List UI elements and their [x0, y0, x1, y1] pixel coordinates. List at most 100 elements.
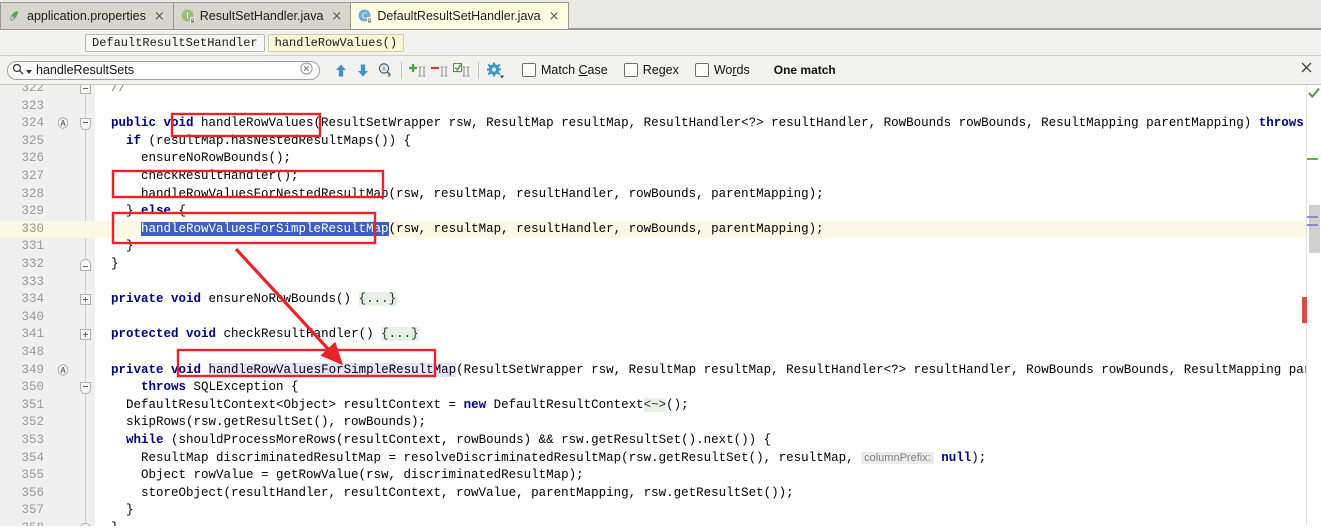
override-marker-icon[interactable]: Ⓐ [57, 362, 69, 380]
line-number[interactable]: 352 [0, 414, 44, 432]
code-fold-toggle[interactable] [80, 382, 91, 395]
find-toolbar: handleResultSets A a Match Case Regex Wo… [0, 56, 1321, 85]
line-number[interactable]: 351 [0, 397, 44, 415]
tab-application-properties[interactable]: application.properties × [0, 2, 174, 29]
search-input[interactable]: handleResultSets [36, 62, 300, 79]
regex-checkbox[interactable]: Regex [623, 63, 679, 77]
line-number[interactable]: 329 [0, 203, 44, 221]
code-fold-toggle[interactable] [80, 523, 91, 526]
line-number[interactable]: 328 [0, 186, 44, 204]
line-number[interactable]: 355 [0, 467, 44, 485]
find-settings-gear-icon[interactable] [484, 59, 506, 81]
remove-occurrence-button[interactable] [429, 59, 451, 81]
tab-defaultresultsethandler-java[interactable]: C DefaultResultSetHandler.java × [350, 2, 569, 29]
svg-text:A: A [382, 67, 386, 73]
code-line[interactable]: checkResultHandler(); [96, 168, 299, 186]
line-number[interactable]: 323 [0, 98, 44, 116]
line-number[interactable]: 332 [0, 256, 44, 274]
code-fold-toggle[interactable] [80, 329, 91, 341]
find-all-occurrences-button[interactable]: A a [374, 59, 396, 81]
line-number[interactable]: 325 [0, 133, 44, 151]
code-line[interactable]: ResultMap discriminatedResultMap = resol… [96, 450, 986, 468]
code-line[interactable]: protected void checkResultHandler() {...… [96, 326, 419, 344]
code-line[interactable]: skipRows(rsw.getResultSet(), rowBounds); [96, 414, 426, 432]
close-icon[interactable]: × [549, 10, 560, 23]
close-find-bar-icon[interactable] [1301, 62, 1312, 76]
code-line[interactable]: handleRowValuesForSimpleResultMap(rsw, r… [96, 221, 824, 239]
checkbox-box[interactable] [522, 63, 536, 77]
checkbox-box[interactable] [694, 63, 709, 77]
find-next-button[interactable] [352, 59, 374, 81]
stripe-marker-purple-2[interactable] [1307, 224, 1318, 226]
code-token: null [941, 450, 972, 465]
clear-search-icon[interactable] [300, 62, 313, 78]
code-line[interactable]: if (resultMap.hasNestedResultMaps()) { [96, 133, 411, 151]
line-number[interactable]: 353 [0, 432, 44, 450]
line-number[interactable]: 330 [0, 221, 44, 239]
code-line[interactable]: } [96, 502, 134, 520]
stripe-marker-green[interactable] [1307, 158, 1318, 160]
line-number[interactable]: 348 [0, 344, 44, 362]
code-line[interactable]: } [96, 256, 119, 274]
line-number[interactable]: 349 [0, 362, 44, 380]
code-line[interactable]: while (shouldProcessMoreRows(resultConte… [96, 432, 771, 450]
line-number[interactable]: 327 [0, 168, 44, 186]
code-line[interactable]: handleRowValuesForNestedResultMap(rsw, r… [96, 186, 824, 204]
override-marker-icon[interactable]: Ⓐ [57, 115, 69, 133]
line-number[interactable]: 322 [0, 85, 44, 98]
line-number[interactable]: 354 [0, 450, 44, 468]
code-line[interactable]: // [96, 85, 126, 98]
code-fold-toggle[interactable] [80, 118, 91, 131]
code-line[interactable]: storeObject(resultHandler, resultContext… [96, 485, 794, 503]
line-number[interactable]: 341 [0, 326, 44, 344]
checkbox-box[interactable] [623, 63, 638, 77]
line-number[interactable]: 357 [0, 502, 44, 520]
chevron-down-icon[interactable] [26, 69, 32, 74]
close-icon[interactable]: × [154, 10, 165, 23]
add-occurrence-button[interactable] [407, 59, 429, 81]
line-number[interactable]: 333 [0, 274, 44, 292]
editor-scrollbar-thumb[interactable] [1309, 205, 1320, 253]
code-token: DefaultResultContext<Object> resultConte… [96, 397, 464, 412]
code-line[interactable]: Object rowValue = getRowValue(rsw, discr… [96, 467, 584, 485]
code-line[interactable]: } [96, 520, 119, 526]
code-token: Object rowValue = getRowValue(rsw, discr… [96, 468, 584, 483]
code-fold-toggle[interactable] [80, 294, 91, 306]
code-line[interactable]: public void handleRowValues(ResultSetWra… [96, 115, 1321, 133]
code-token: } [96, 521, 119, 526]
code-line[interactable]: } else { [96, 203, 186, 221]
find-previous-button[interactable] [330, 59, 352, 81]
line-number[interactable]: 324 [0, 115, 44, 133]
line-number[interactable]: 340 [0, 309, 44, 327]
code-line[interactable]: DefaultResultContext<Object> resultConte… [96, 397, 689, 415]
stripe-marker-purple-1[interactable] [1307, 216, 1318, 218]
close-icon[interactable]: × [331, 10, 342, 23]
breadcrumb-method[interactable]: handleRowValues() [267, 33, 405, 52]
line-number[interactable]: 350 [0, 379, 44, 397]
line-number[interactable]: 356 [0, 485, 44, 503]
line-number[interactable]: 358 [0, 520, 44, 526]
error-stripe-marker-bar[interactable] [1306, 85, 1321, 526]
code-editor[interactable]: 322 // 323 324 Ⓐ public void handleRowValue… [0, 85, 1321, 526]
match-case-checkbox[interactable]: Match Case [522, 63, 608, 77]
code-token: else [141, 204, 172, 219]
select-all-occurrences-button[interactable] [451, 59, 473, 81]
code-fold-toggle[interactable] [80, 259, 91, 271]
tab-resultsethandler-java[interactable]: I ResultSetHandler.java × [172, 2, 352, 29]
code-token: ensureNoRowBounds() [201, 292, 359, 307]
line-number[interactable]: 326 [0, 150, 44, 168]
tab-label: DefaultResultSetHandler.java [377, 9, 541, 23]
code-line[interactable]: } [96, 238, 134, 256]
line-number[interactable]: 334 [0, 291, 44, 309]
search-field-container[interactable]: handleResultSets [7, 60, 320, 80]
breadcrumb-class[interactable]: DefaultResultSetHandler [85, 33, 265, 52]
code-line[interactable]: private void ensureNoRowBounds() {...} [96, 291, 397, 309]
code-line[interactable]: ensureNoRowBounds(); [96, 150, 291, 168]
inspection-ok-icon[interactable] [1308, 87, 1320, 103]
code-line[interactable]: throws SQLException { [96, 379, 299, 397]
line-number[interactable]: 331 [0, 238, 44, 256]
code-fold-toggle[interactable] [80, 85, 91, 94]
words-checkbox[interactable]: Words [694, 63, 750, 77]
code-line[interactable]: private void handleRowValuesForSimpleRes… [96, 362, 1321, 380]
